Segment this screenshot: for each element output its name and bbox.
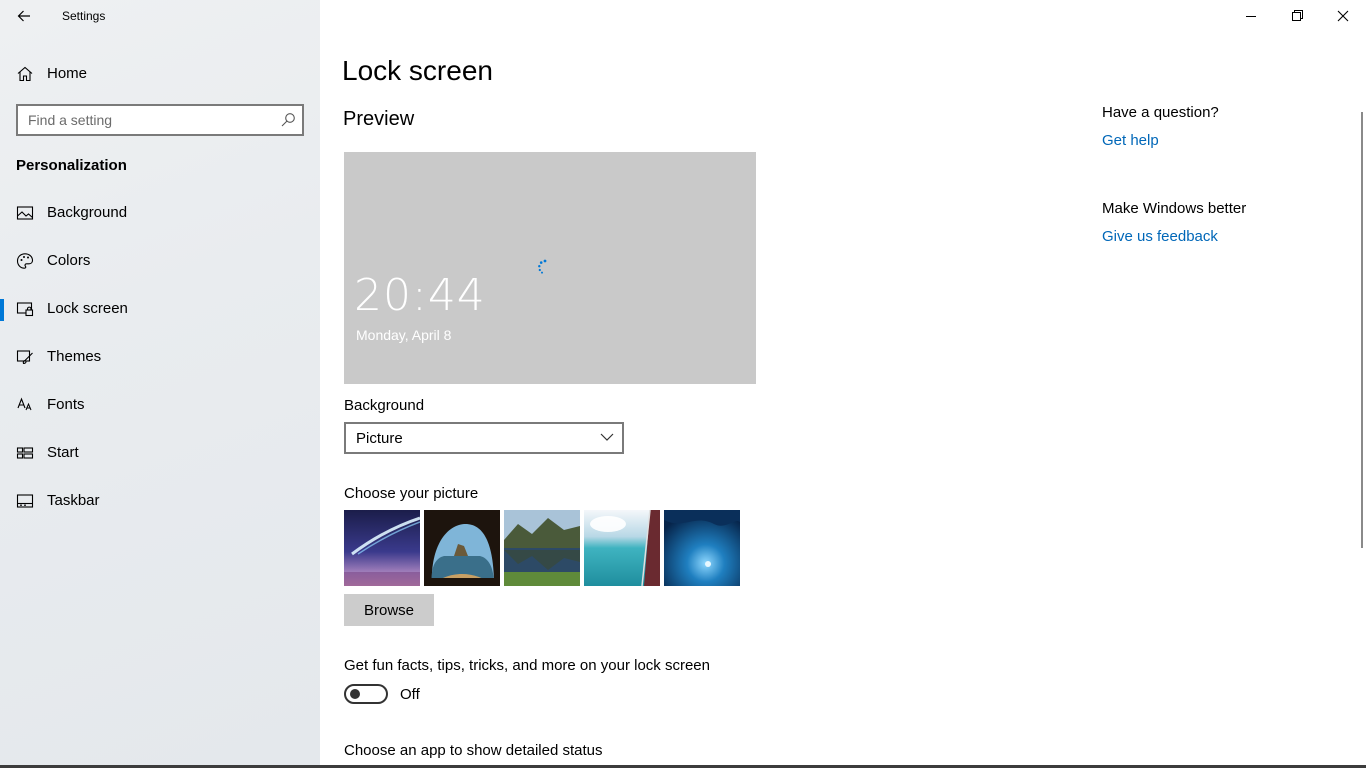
background-label: Background <box>344 397 425 414</box>
start-icon <box>16 447 34 459</box>
picture-thumbnail-5[interactable] <box>664 510 740 586</box>
cave-beach-image <box>424 510 500 586</box>
sidebar-item-colors[interactable]: Colors <box>0 241 320 281</box>
lock-screen-icon <box>16 302 34 317</box>
toggle-knob <box>350 689 360 699</box>
taskbar-icon <box>16 494 34 508</box>
back-arrow-icon <box>17 10 30 22</box>
sidebar-item-label: Fonts <box>47 396 85 413</box>
picture-thumbnail-3[interactable] <box>504 510 580 586</box>
sidebar-item-home[interactable]: Home <box>0 56 320 90</box>
restore-button[interactable] <box>1274 0 1320 32</box>
sidebar-item-start[interactable]: Start <box>0 433 320 473</box>
picture-icon <box>16 206 34 220</box>
background-dropdown[interactable]: Picture <box>344 422 624 454</box>
sidebar-item-label: Background <box>47 204 128 221</box>
scrollbar[interactable] <box>1361 112 1363 548</box>
preview-time: 20:44 <box>354 270 486 321</box>
sidebar-item-taskbar[interactable]: Taskbar <box>0 481 320 521</box>
picture-thumbnail-2[interactable] <box>424 510 500 586</box>
picture-thumbnail-1[interactable] <box>344 510 420 586</box>
section-heading: Personalization <box>16 157 127 174</box>
home-icon <box>17 66 33 82</box>
palette-icon <box>16 253 34 269</box>
sidebar-item-fonts[interactable]: Fonts <box>0 385 320 425</box>
chevron-down-icon <box>600 433 614 441</box>
sidebar-item-label: Start <box>47 444 79 461</box>
sidebar-item-themes[interactable]: Themes <box>0 337 320 377</box>
detailed-status-label: Choose an app to show detailed status <box>344 742 603 759</box>
font-icon <box>17 397 32 411</box>
back-button[interactable] <box>10 2 38 30</box>
sidebar-item-label: Lock screen <box>47 300 128 317</box>
aerial-sea-image <box>584 510 660 586</box>
picture-thumbnail-4[interactable] <box>584 510 660 586</box>
lock-screen-preview: 20:44 Monday, April 8 <box>344 152 756 384</box>
mountain-lake-image <box>504 510 580 586</box>
sidebar-item-label: Home <box>47 65 88 82</box>
minimize-button[interactable] <box>1228 0 1274 32</box>
search-box <box>16 104 304 136</box>
preview-date: Monday, April 8 <box>356 327 452 343</box>
sidebar: Settings Home Personalization Background… <box>0 0 320 768</box>
fun-facts-toggle[interactable] <box>344 684 388 704</box>
close-icon <box>1337 10 1349 22</box>
browse-button[interactable]: Browse <box>344 594 434 626</box>
sidebar-item-lock-screen[interactable]: Lock screen <box>0 289 320 329</box>
close-button[interactable] <box>1320 0 1366 32</box>
loading-spinner-icon <box>538 259 547 274</box>
give-feedback-link[interactable]: Give us feedback <box>1102 228 1218 245</box>
sidebar-item-label: Themes <box>47 348 102 365</box>
sidebar-item-background[interactable]: Background <box>0 193 320 233</box>
app-title: Settings <box>62 9 106 23</box>
fun-facts-label: Get fun facts, tips, tricks, and more on… <box>344 657 710 674</box>
background-dropdown-value: Picture <box>356 430 403 447</box>
make-windows-better-heading: Make Windows better <box>1102 200 1247 217</box>
fun-facts-toggle-state: Off <box>400 686 420 703</box>
get-help-link[interactable]: Get help <box>1102 132 1159 149</box>
ice-cave-image <box>664 510 740 586</box>
minimize-icon <box>1246 16 1256 17</box>
restore-icon <box>1292 10 1303 21</box>
help-question: Have a question? <box>1102 104 1219 121</box>
page-title: Lock screen <box>342 55 493 86</box>
search-icon[interactable] <box>280 112 296 128</box>
brush-icon <box>16 350 33 365</box>
sidebar-item-label: Colors <box>47 252 91 269</box>
comet-sky-image <box>344 510 420 586</box>
sidebar-item-label: Taskbar <box>47 492 100 509</box>
search-input[interactable] <box>18 106 278 134</box>
choose-picture-label: Choose your picture <box>344 485 479 502</box>
preview-heading: Preview <box>343 108 415 130</box>
